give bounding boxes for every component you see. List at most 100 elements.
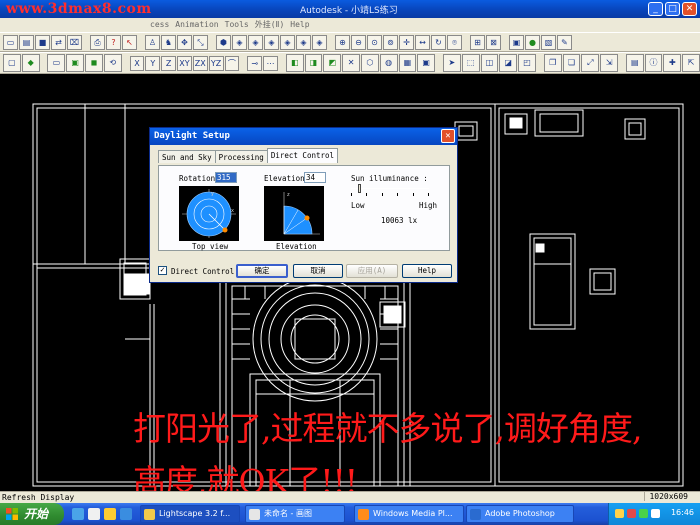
menu-plugins[interactable]: 外挂(Ⅱ) (255, 18, 285, 32)
select-layer-icon[interactable]: ◰ (518, 54, 536, 72)
tab-processing[interactable]: Processing (214, 150, 268, 163)
walk-icon[interactable]: ♙ (145, 34, 160, 50)
yz-plane-icon[interactable]: YZ (208, 55, 224, 71)
link-icon[interactable]: ⇱ (682, 54, 700, 72)
task-lightscape[interactable]: Lightscape 3.2 f... (140, 505, 240, 523)
save-icon[interactable]: ■ (35, 34, 50, 50)
task-paint[interactable]: 未命名 - 画图 (245, 505, 345, 523)
xy-plane-icon[interactable]: XY (177, 55, 192, 71)
zx-plane-icon[interactable]: ZX (192, 55, 208, 71)
context-help-icon[interactable]: ↖ (122, 34, 137, 50)
white-box-icon[interactable]: ▭ (47, 54, 66, 72)
checker-icon[interactable]: ▦ (398, 54, 417, 72)
illuminance-slider-thumb[interactable] (358, 184, 361, 193)
cube-icon-2[interactable]: ◈ (248, 34, 263, 50)
quicklaunch-ie-icon[interactable] (72, 508, 84, 520)
z-axis-icon[interactable]: Z (161, 55, 177, 71)
print-icon[interactable]: ⎙ (90, 34, 105, 50)
green-box-icon[interactable]: ▣ (66, 54, 85, 72)
close-button[interactable]: ✕ (682, 2, 697, 16)
y-axis-icon[interactable]: Y (145, 55, 161, 71)
task-photoshop[interactable]: Adobe Photoshop (466, 505, 574, 523)
dolly-icon[interactable]: ↔ (415, 34, 430, 50)
roll-icon[interactable]: ↻ (431, 34, 446, 50)
pattern-icon[interactable]: ✕ (342, 54, 360, 72)
cube-icon-1[interactable]: ◈ (232, 34, 247, 50)
start-button[interactable]: 开始 (0, 503, 64, 525)
green-solid-icon[interactable]: ◼ (85, 54, 103, 72)
info-icon[interactable]: ⓘ (644, 54, 663, 72)
reset-icon[interactable]: ⟲ (103, 54, 122, 72)
menu-help[interactable]: Help (290, 18, 309, 32)
camera-icon[interactable]: ⊠ (486, 34, 501, 50)
select-material-icon[interactable]: ◪ (499, 54, 518, 72)
light-icon[interactable]: ✎ (557, 34, 572, 50)
grid-icon[interactable]: ⋯ (263, 55, 278, 71)
cancel-button[interactable]: 取消 (293, 264, 343, 278)
shade-smooth-icon[interactable]: ◩ (323, 54, 342, 72)
select-window-icon[interactable]: ◫ (480, 54, 499, 72)
fov-icon[interactable]: ⌾ (447, 34, 462, 50)
texture-icon[interactable]: ⬡ (360, 54, 379, 72)
zoom-icon[interactable]: ⊕ (335, 34, 350, 50)
toolbar-icon[interactable]: ⌧ (67, 34, 82, 50)
copy-icon[interactable]: ❐ (543, 54, 562, 72)
transform-icon[interactable]: ⤢ (581, 54, 600, 72)
zoom-all-icon[interactable]: ⊚ (383, 34, 398, 50)
cursor-icon[interactable]: ➤ (443, 54, 461, 72)
shade-flat-icon[interactable]: ◨ (304, 54, 323, 72)
paste-icon[interactable]: ❏ (562, 54, 581, 72)
pan-icon[interactable]: ✥ (177, 34, 192, 50)
select-icon[interactable]: ⬢ (216, 34, 231, 50)
shade-wire-icon[interactable]: ◧ (285, 54, 304, 72)
add-icon[interactable]: ✚ (663, 54, 682, 72)
cube-icon-6[interactable]: ◈ (312, 34, 327, 50)
rotation-field[interactable]: 315 (215, 172, 237, 183)
zoom-extents-icon[interactable]: ⊞ (470, 34, 485, 50)
layer-icon[interactable]: ▧ (541, 34, 556, 50)
help-button[interactable]: Help (402, 264, 452, 278)
globe-icon[interactable]: ● (525, 34, 540, 50)
help-icon[interactable]: ? (106, 34, 121, 50)
cube-icon-5[interactable]: ◈ (296, 34, 311, 50)
minimize-button[interactable]: _ (648, 2, 663, 16)
elevation-preview[interactable]: z (264, 186, 324, 241)
illuminance-slider-track[interactable] (351, 188, 429, 189)
menu-process[interactable]: cess (150, 18, 169, 32)
green-cube-icon[interactable]: ◆ (21, 54, 40, 72)
select-region-icon[interactable]: ⬚ (461, 54, 480, 72)
properties-icon[interactable]: ▤ (625, 54, 644, 72)
display-icon[interactable]: ▣ (417, 54, 436, 72)
x-axis-icon[interactable]: X (129, 55, 145, 71)
cube-icon-3[interactable]: ◈ (264, 34, 279, 50)
orbit-icon[interactable]: ✛ (399, 34, 414, 50)
apply-button[interactable]: 应用(A) (346, 264, 398, 278)
move-icon[interactable]: ⇲ (600, 54, 618, 72)
frame-icon[interactable]: ▢ (3, 54, 21, 72)
dialog-close-button[interactable]: ✕ (441, 129, 455, 143)
tray-icon-2[interactable] (627, 509, 636, 518)
tilt-icon[interactable]: ⤡ (193, 34, 208, 50)
tray-icon-1[interactable] (615, 509, 624, 518)
quicklaunch-explorer-icon[interactable] (104, 508, 116, 520)
run-icon[interactable]: ♞ (161, 34, 176, 50)
menu-animation[interactable]: Animation (175, 18, 218, 32)
quicklaunch-media-icon[interactable] (120, 508, 132, 520)
zoom-out-icon[interactable]: ⊖ (351, 34, 366, 50)
material-icon[interactable]: ◍ (379, 54, 398, 72)
direct-control-checkbox[interactable]: ✓ (158, 266, 167, 275)
zoom-region-icon[interactable]: ⊙ (367, 34, 382, 50)
task-windows-media[interactable]: Windows Media Pl... (354, 505, 464, 523)
new-file-icon[interactable]: ▭ (3, 34, 18, 50)
render-icon[interactable]: ▣ (509, 34, 524, 50)
elevation-field[interactable]: 34 (304, 172, 326, 183)
open-folder-icon[interactable]: ▤ (19, 34, 34, 50)
tray-icon-4[interactable] (651, 509, 660, 518)
merge-icon[interactable]: ⇄ (51, 34, 66, 50)
tab-sun-and-sky[interactable]: Sun and Sky (158, 150, 216, 163)
top-view-preview[interactable]: y x (179, 186, 239, 241)
menu-tools[interactable]: Tools (225, 18, 249, 32)
tray-icon-3[interactable] (639, 509, 648, 518)
quicklaunch-desktop-icon[interactable] (88, 508, 100, 520)
snap-icon[interactable]: ⊸ (247, 55, 263, 71)
